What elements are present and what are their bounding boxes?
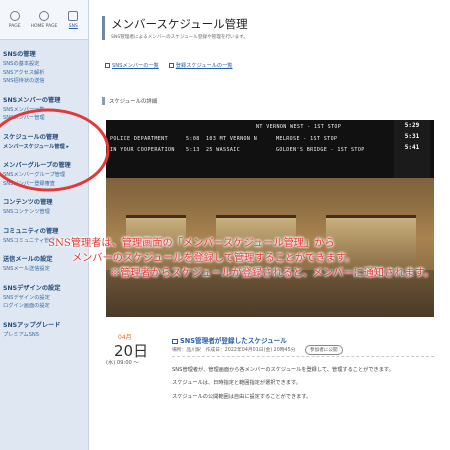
sidebar-item-invitation[interactable]: SNS招待状の送信 xyxy=(3,77,85,86)
event-title: SNS管理者が登録したスケジュール xyxy=(180,337,287,345)
globe-icon xyxy=(38,10,49,21)
link-schedule-list-label: 登録スケジュールの一覧 xyxy=(175,63,233,69)
event-paragraph: スケジュールの公開範囲は自由に設定することができます。 xyxy=(172,393,312,400)
link-schedule-list[interactable]: 登録スケジュールの一覧 xyxy=(168,62,233,69)
link-member-list-label: SNSメンバーの一覧 xyxy=(112,63,159,69)
sidebar-section-groups: メンバーグループの管理 SNSメンバーグループ管理 SNSメンバー登録審査 xyxy=(0,160,88,188)
event-meta: 場所：品川駅 作成日：2022年04月01日(金) 20時45分 xyxy=(172,348,296,353)
sidebar-item-member-schedule[interactable]: メンバースケジュール管理 ▸ xyxy=(3,143,85,152)
sidebar-item-content-manage[interactable]: SNSコンテンツ管理 xyxy=(3,208,85,217)
sidebar-heading: コミュニティの管理 xyxy=(3,227,59,235)
sidebar-item-member-list[interactable]: SNSメンバー一覧 xyxy=(3,106,85,115)
page-subtitle: SNS管理者によるメンバーのスケジュール登録や管理を行います。 xyxy=(111,35,248,40)
sidebar-item-access-analysis[interactable]: SNSアクセス解析 xyxy=(3,69,85,78)
list-icon xyxy=(168,63,174,68)
nav-home-page[interactable]: HOME PAGE xyxy=(29,0,58,39)
departure-board: NT VERNON WEST - 1ST STOP POLICE DEPARTM… xyxy=(106,120,434,178)
sidebar-item-community-manage[interactable]: SNSコミュニティ管理 xyxy=(3,237,85,246)
board-cell: NT VERNON WEST - 1ST STOP xyxy=(256,124,342,130)
board-time: 5:41 xyxy=(404,144,420,151)
sidebar-heading: SNSデザインの設定 xyxy=(3,284,61,292)
event-paragraph: スケジュールは、日時指定と範囲指定が選択できます。 xyxy=(172,380,301,387)
board-row: IN YOUR COOPERATION 5:13 25 WASSAIC GOLD… xyxy=(106,145,434,155)
sidebar-item-login-settings[interactable]: ログイン画面の設定 xyxy=(3,302,85,311)
sidebar-heading: メンバーグループの管理 xyxy=(3,162,71,169)
sidebar-section-design: SNSデザインの設定 SNSデザインの設定 ログイン画面の設定 xyxy=(0,283,88,311)
nav-sns[interactable]: SNS xyxy=(59,0,88,39)
sidebar-section-contents: コンテンツの管理 SNSコンテンツ管理 xyxy=(0,197,88,217)
crowd xyxy=(106,270,434,317)
calendar-icon xyxy=(172,338,178,344)
board-cell: 25 WASSAIC xyxy=(206,147,241,153)
event-time: (水) 09:00 ～ xyxy=(106,360,139,366)
schedule-photo: NT VERNON WEST - 1ST STOP POLICE DEPARTM… xyxy=(106,120,434,317)
users-icon xyxy=(68,10,79,21)
sidebar-heading: SNSの管理 xyxy=(3,51,36,58)
board-cell: 5:08 xyxy=(186,136,200,142)
sidebar-section-schedule: スケジュールの管理 メンバースケジュール管理 ▸ xyxy=(0,132,88,152)
sidebar-section-mail: 送信メールの設定 SNSメール送信設定 xyxy=(0,254,88,274)
board-cell: 103 MT VERNON N xyxy=(206,136,258,142)
sidebar-item-premium[interactable]: プレミアムSNS xyxy=(3,331,85,340)
sidebar-section-members: SNSメンバーの管理 SNSメンバー一覧 SNSメンバー管理 xyxy=(0,95,88,123)
main-content: メンバースケジュール管理 SNS管理者によるメンバーのスケジュール登録や管理を行… xyxy=(90,0,450,450)
page-title: メンバースケジュール管理 xyxy=(111,17,248,31)
ticket-booth xyxy=(126,215,186,270)
nav-sns-label: SNS xyxy=(68,23,78,29)
board-row: NT VERNON WEST - 1ST STOP xyxy=(106,122,434,132)
top-nav: PAGE HOME PAGE SNS xyxy=(0,0,88,40)
board-time: 5:31 xyxy=(404,133,420,140)
event-description: SNS管理者が、管理画面から各メンバーのスケジュールを登録して、管理することがで… xyxy=(172,356,434,407)
sidebar-item-registration-review[interactable]: SNSメンバー登録審査 xyxy=(3,180,85,189)
sidebar-item-group-manage[interactable]: SNSメンバーグループ管理 xyxy=(3,171,85,180)
ticket-booth xyxy=(326,215,416,270)
sidebar-section-upgrade: SNSアップグレード プレミアムSNS xyxy=(0,320,88,340)
ticket-booth xyxy=(216,215,296,270)
sidebar-heading: スケジュールの管理 xyxy=(3,133,59,141)
section-heading: スケジュールの詳細 xyxy=(102,97,157,105)
sidebar-item-member-manage[interactable]: SNSメンバー管理 xyxy=(3,114,85,123)
nav-home-label: HOME PAGE xyxy=(30,23,58,29)
visibility-badge: 参加者に公開 xyxy=(305,345,343,355)
list-icon xyxy=(105,63,110,68)
sidebar-section-sns: SNSの管理 SNSの基本設定 SNSアクセス解析 SNS招待状の送信 xyxy=(0,49,88,86)
sidebar-heading: 送信メールの設定 xyxy=(3,256,53,263)
board-cell: IN YOUR COOPERATION xyxy=(110,147,175,153)
board-cell: POLICE DEPARTMENT xyxy=(110,136,168,142)
event-title-link[interactable]: SNS管理者が登録したスケジュール xyxy=(172,335,287,345)
sidebar-heading: SNSメンバーの管理 xyxy=(3,96,61,104)
sidebar: PAGE HOME PAGE SNS SNSの管理 SNSの基本設定 SNSアク… xyxy=(0,0,89,450)
page-icon xyxy=(9,10,20,21)
sidebar-item-design-settings[interactable]: SNSデザインの設定 xyxy=(3,294,85,303)
board-row: POLICE DEPARTMENT 5:08 103 MT VERNON N M… xyxy=(106,134,434,144)
board-times: 5:29 5:31 5:41 xyxy=(394,120,430,178)
sidebar-heading: SNSアップグレード xyxy=(3,321,61,329)
sidebar-item-basic-settings[interactable]: SNSの基本設定 xyxy=(3,60,85,69)
board-cell: GOLDEN'S BRIDGE - 1ST STOP xyxy=(276,147,365,153)
quick-links: SNSメンバーの一覧 登録スケジュールの一覧 xyxy=(105,62,232,69)
sidebar-heading: コンテンツの管理 xyxy=(3,199,53,206)
board-cell: MELROSE - 1ST STOP xyxy=(276,136,338,142)
event-day: 20日 xyxy=(114,342,149,360)
link-member-list[interactable]: SNSメンバーの一覧 xyxy=(105,62,159,69)
board-time: 5:29 xyxy=(404,122,420,129)
nav-page[interactable]: PAGE xyxy=(0,0,29,39)
event-paragraph: SNS管理者が、管理画面から各メンバーのスケジュールを登録して、管理することがで… xyxy=(172,367,394,373)
nav-page-label: PAGE xyxy=(8,23,21,29)
sidebar-section-community: コミュニティの管理 SNSコミュニティ管理 xyxy=(0,226,88,246)
board-cell: 5:13 xyxy=(186,147,200,153)
sidebar-item-mail-settings[interactable]: SNSメール送信設定 xyxy=(3,265,85,274)
page-header: メンバースケジュール管理 SNS管理者によるメンバーのスケジュール登録や管理を行… xyxy=(102,16,248,40)
